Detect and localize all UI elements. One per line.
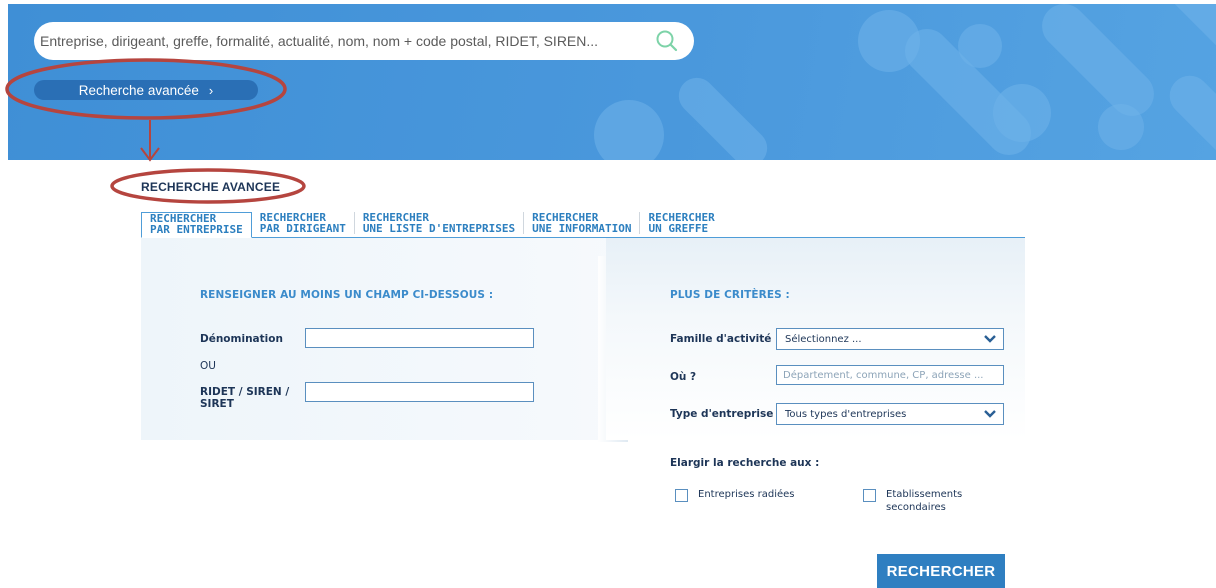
- denomination-label: Dénomination: [200, 333, 283, 345]
- advanced-search-button[interactable]: Recherche avancée ›: [34, 80, 258, 100]
- ridet-input[interactable]: [305, 382, 534, 402]
- ridet-label: RIDET / SIREN / SIRET: [200, 386, 289, 410]
- tab-liste-entreprises[interactable]: RECHERCHER UNE LISTE D'ENTREPRISES: [355, 212, 525, 235]
- tab-label: UNE INFORMATION: [532, 222, 632, 235]
- section-title: RECHERCHE AVANCEE: [141, 180, 281, 194]
- ridet-label-line: SIRET: [200, 398, 234, 410]
- secondaires-label: Etablissements secondaires: [886, 488, 962, 514]
- type-select[interactable]: Tous types d'entreprises: [776, 403, 1004, 425]
- tab-label: UN GREFFE: [648, 222, 709, 235]
- famille-select-value: Sélectionnez ...: [785, 333, 862, 345]
- secondaires-label-line: secondaires: [886, 502, 946, 513]
- checkbox-secondaires-row: Etablissements secondaires: [863, 488, 962, 514]
- secondaires-label-line: Etablissements: [886, 489, 963, 500]
- decor-bar: [1159, 4, 1216, 68]
- chevron-right-icon: ›: [208, 82, 214, 98]
- decor-circle: [594, 100, 664, 160]
- chevron-down-icon: [984, 335, 996, 343]
- elargir-label: Elargir la recherche aux :: [670, 457, 820, 469]
- ou-label: Où ?: [670, 371, 697, 383]
- search-bar: [34, 22, 694, 60]
- tab-par-dirigeant[interactable]: RECHERCHER PAR DIRIGEANT: [252, 212, 355, 234]
- tab-greffe[interactable]: RECHERCHER UN GREFFE: [640, 212, 722, 234]
- ridet-label-line: RIDET / SIREN /: [200, 386, 290, 398]
- hero-banner: Recherche avancée ›: [8, 4, 1216, 160]
- denomination-input[interactable]: [305, 328, 534, 348]
- radiees-label: Entreprises radiées: [698, 489, 795, 500]
- search-tabs: RECHERCHER PAR ENTREPRISE RECHERCHER PAR…: [141, 212, 1025, 238]
- checkbox-radiees-row: Entreprises radiées: [675, 488, 795, 502]
- type-label: Type d'entreprise: [670, 408, 774, 420]
- tab-par-entreprise[interactable]: RECHERCHER PAR ENTREPRISE: [141, 212, 252, 238]
- tab-label: PAR DIRIGEANT: [259, 222, 346, 235]
- secondaires-checkbox[interactable]: [863, 489, 876, 502]
- decor-bar: [1032, 4, 1164, 126]
- left-panel-title: RENSEIGNER AU MOINS UN CHAMP CI-DESSOUS …: [200, 289, 494, 301]
- tab-information[interactable]: RECHERCHER UNE INFORMATION: [524, 212, 641, 235]
- search-input[interactable]: [40, 33, 654, 49]
- decor-bar: [1161, 67, 1216, 160]
- chevron-down-icon: [984, 410, 996, 418]
- decor-bar: [671, 70, 775, 160]
- location-input[interactable]: [776, 365, 1004, 385]
- or-label: OU: [200, 360, 216, 372]
- radiees-checkbox[interactable]: [675, 489, 688, 502]
- tab-label: PAR ENTREPRISE: [150, 223, 243, 236]
- submit-search-button[interactable]: RECHERCHER: [877, 554, 1005, 588]
- right-panel-title: PLUS DE CRITÈRES :: [670, 289, 790, 301]
- type-select-value: Tous types d'entreprises: [785, 408, 907, 420]
- advanced-search-label: Recherche avancée: [78, 82, 199, 98]
- famille-select[interactable]: Sélectionnez ...: [776, 328, 1004, 350]
- famille-label: Famille d'activité: [670, 333, 772, 345]
- tab-label: UNE LISTE D'ENTREPRISES: [362, 222, 516, 235]
- search-icon[interactable]: [654, 28, 680, 54]
